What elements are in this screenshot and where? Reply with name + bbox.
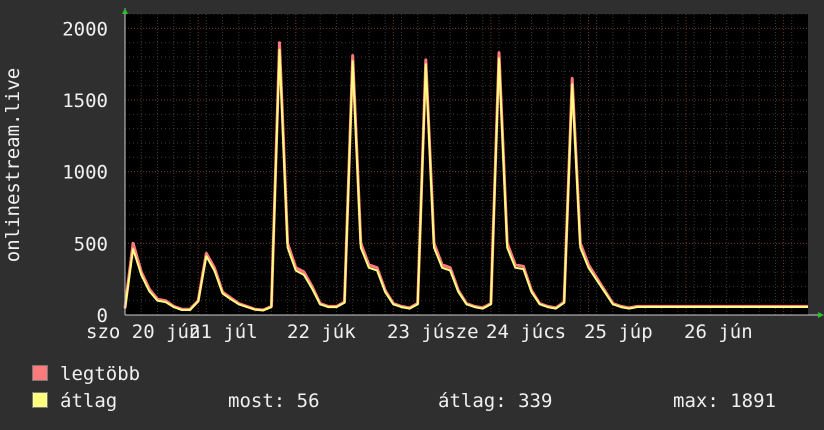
legend-item-legtobb: legtöbb xyxy=(32,364,140,384)
x-axis-arrow xyxy=(818,312,824,318)
y-tick-label: 1500 xyxy=(62,90,108,112)
legend-item-atlag: átlag xyxy=(32,391,117,411)
y-tick-label: 2000 xyxy=(62,18,108,40)
x-tick-label: 21 júl xyxy=(189,321,258,343)
stat-atlag: átlag: 339 xyxy=(438,390,553,412)
y-tick-label: 500 xyxy=(74,233,108,255)
x-tick-label: 26 jún xyxy=(684,321,753,343)
x-tick-label: 23 júsze xyxy=(387,321,479,343)
x-tick-label: 24 júcs xyxy=(486,321,566,343)
legend-label-atlag: átlag xyxy=(60,390,118,412)
stat-max: max: 1891 xyxy=(673,390,776,412)
stat-most: most: 56 xyxy=(228,390,320,412)
x-tick-label: 22 júk xyxy=(287,321,356,343)
y-axis-label: onlinestream.live xyxy=(2,68,24,262)
legend-label-legtobb: legtöbb xyxy=(60,363,141,385)
y-tick-label: 1000 xyxy=(62,162,108,184)
legend-swatch-legtobb xyxy=(32,365,48,381)
x-tick-label: 25 júp xyxy=(584,321,653,343)
legend-swatch-atlag xyxy=(32,392,48,408)
y-axis-arrow xyxy=(122,8,128,14)
x-tick-label: szo 20 jún xyxy=(86,321,200,343)
